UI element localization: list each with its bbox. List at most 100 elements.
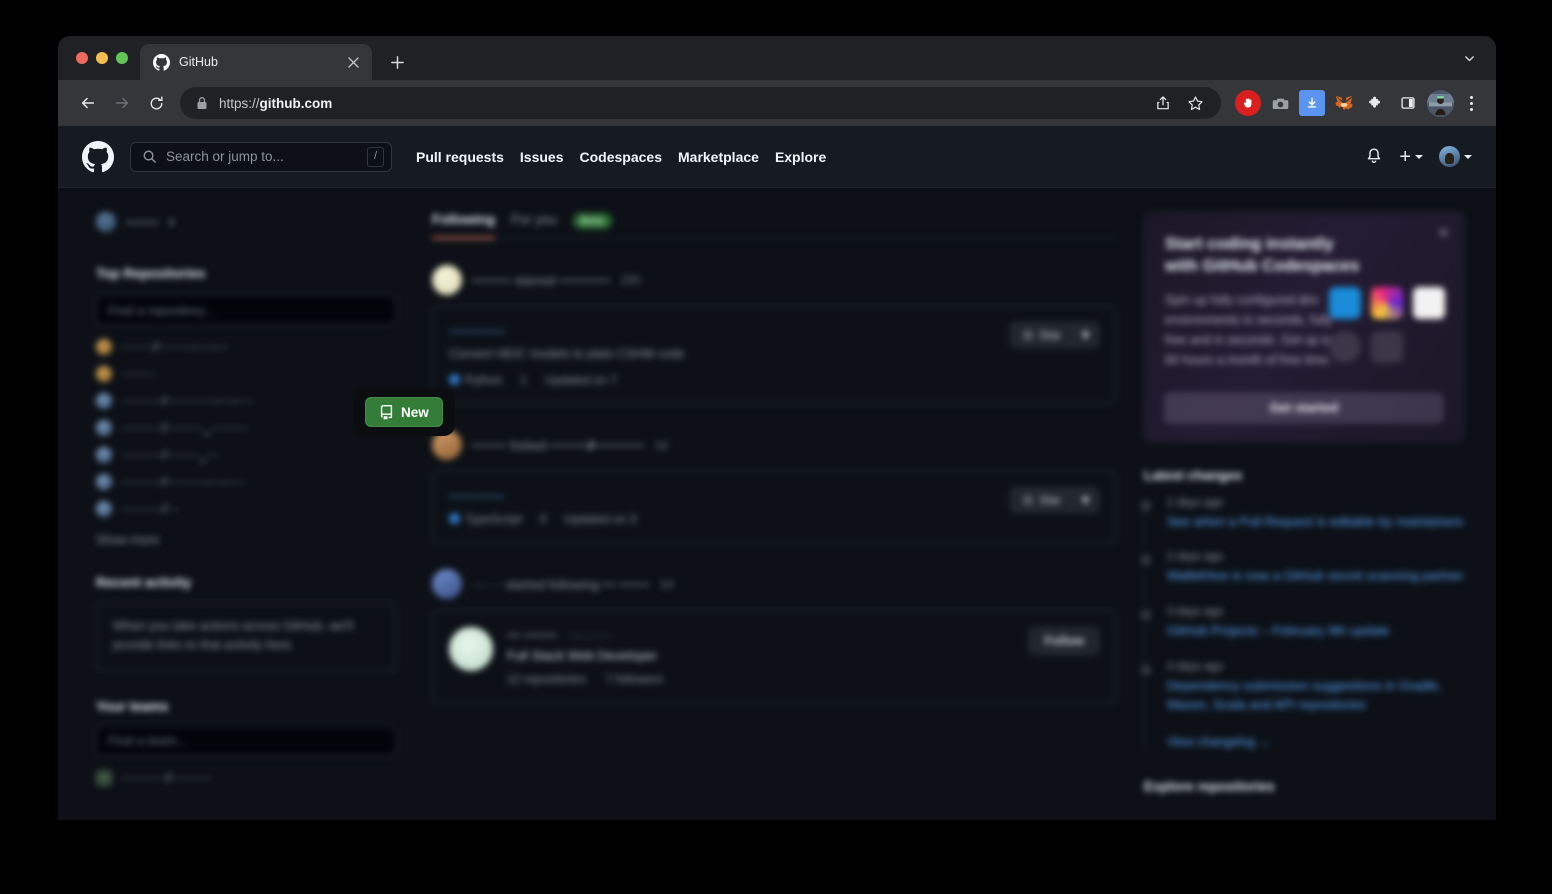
- chevron-down-icon[interactable]: ▾: [1073, 487, 1099, 513]
- close-tab-button[interactable]: [344, 53, 362, 71]
- show-more-link[interactable]: Show more: [96, 533, 396, 547]
- follow-button[interactable]: Follow: [1029, 627, 1099, 655]
- camera-icon[interactable]: [1267, 90, 1293, 116]
- list-item[interactable]: ········/········-····-···: [96, 339, 396, 355]
- repo-avatar-icon: [96, 420, 112, 436]
- address-bar[interactable]: https://github.com: [180, 87, 1221, 119]
- kebab-menu-icon[interactable]: [1458, 89, 1484, 117]
- repo-name: ········: [121, 367, 155, 381]
- repository-name-link[interactable]: ············: [449, 488, 1099, 504]
- tab-for-you[interactable]: For you: [511, 212, 557, 238]
- puzzle-extensions-icon[interactable]: [1363, 90, 1389, 116]
- plus-icon: +: [1399, 145, 1411, 168]
- user-display-name[interactable]: ··· ·······: [507, 627, 558, 643]
- team-avatar-icon: [96, 769, 112, 786]
- change-title-link[interactable]: See when a Pull Request is editable by m…: [1167, 513, 1464, 532]
- list-item[interactable]: ········: [96, 366, 396, 382]
- browser-tab-title: GitHub: [179, 55, 218, 69]
- avatar[interactable]: [432, 430, 462, 460]
- repo-name: ··········/·········_·········: [121, 421, 248, 435]
- github-header-actions: +: [1365, 146, 1472, 167]
- nav-issues[interactable]: Issues: [520, 149, 564, 165]
- browser-profile-avatar[interactable]: [1427, 89, 1454, 117]
- get-started-button[interactable]: Get started: [1165, 392, 1443, 423]
- nav-explore[interactable]: Explore: [775, 149, 826, 165]
- codespaces-promo-card: ✕ Start coding instantly with GitHub Cod…: [1144, 212, 1464, 442]
- star-button[interactable]: Star: [1009, 487, 1073, 513]
- feed-item-meta: ········ forked ·········/············ 1…: [432, 430, 1116, 460]
- share-icon[interactable]: [1149, 89, 1177, 117]
- new-repository-button[interactable]: New: [365, 397, 443, 427]
- chevron-down-icon[interactable]: [1456, 45, 1482, 71]
- news-feed: Following For you Beta ········· starred…: [412, 212, 1136, 820]
- chevron-down-icon: [1415, 154, 1423, 159]
- nav-codespaces[interactable]: Codespaces: [580, 149, 662, 165]
- sidebar-repo-list: ········/········-····-··· ········ ····…: [96, 339, 396, 517]
- feed-target[interactable]: ··· ·······: [603, 577, 650, 592]
- account-menu[interactable]: [1439, 146, 1472, 167]
- minimize-window-button[interactable]: [96, 52, 108, 64]
- chevron-down-icon[interactable]: ▾: [1073, 322, 1099, 348]
- lock-icon: [196, 96, 208, 110]
- back-arrow-icon[interactable]: [72, 87, 104, 119]
- github-mark-icon[interactable]: [82, 140, 114, 173]
- adblock-icon[interactable]: [1235, 90, 1261, 116]
- change-title-link[interactable]: WalletHive is now a GitHub secret scanni…: [1167, 567, 1464, 586]
- star-button[interactable]: Star: [1009, 322, 1073, 348]
- browser-tab-github[interactable]: GitHub: [140, 44, 372, 80]
- list-item[interactable]: ··········/···: [96, 501, 396, 517]
- language-color-icon: [449, 513, 460, 524]
- list-item[interactable]: ···········/··········: [96, 769, 396, 786]
- create-new-menu[interactable]: +: [1399, 145, 1423, 168]
- list-item[interactable]: ··········/·········_·········: [96, 420, 396, 436]
- repository-language: TypeScript: [449, 512, 522, 526]
- change-title-link[interactable]: Dependency submission suggestions in Gra…: [1167, 677, 1464, 715]
- feed-item: ···· ·· started following ··· ······· 1d…: [432, 569, 1116, 703]
- feed-actor[interactable]: ···· ··: [472, 577, 502, 592]
- avatar[interactable]: [449, 627, 493, 671]
- download-icon[interactable]: [1299, 90, 1325, 116]
- team-filter-placeholder: Find a team...: [108, 733, 188, 749]
- reload-icon[interactable]: [140, 87, 172, 119]
- feed-target[interactable]: ············: [559, 273, 611, 288]
- close-window-button[interactable]: [76, 52, 88, 64]
- repo-filter-input[interactable]: Find a repository...: [96, 295, 396, 325]
- forward-arrow-icon[interactable]: [106, 87, 138, 119]
- sidebar-panel-icon[interactable]: [1395, 90, 1421, 116]
- repo-avatar-icon: [96, 366, 112, 382]
- github-page: Search or jump to... / Pull requests Iss…: [58, 126, 1496, 820]
- omnibox-actions: [1149, 89, 1209, 117]
- repository-name-link[interactable]: ············: [449, 323, 1099, 339]
- feed-actor[interactable]: ········: [472, 438, 507, 453]
- nav-pull-requests[interactable]: Pull requests: [416, 149, 504, 165]
- star-icon: [1022, 494, 1034, 505]
- new-tab-button[interactable]: [382, 47, 412, 77]
- list-item[interactable]: ··········/············-···-····: [96, 393, 396, 409]
- view-changelog-link[interactable]: View changelog →: [1145, 735, 1464, 749]
- feed-target[interactable]: ·········/············: [550, 438, 645, 453]
- search-shortcut-key: /: [366, 146, 384, 167]
- list-item[interactable]: ··········/··········-···-····: [96, 474, 396, 490]
- team-filter-input[interactable]: Find a team...: [96, 725, 396, 756]
- tab-following[interactable]: Following: [432, 212, 495, 239]
- zoom-window-button[interactable]: [116, 52, 128, 64]
- avatar[interactable]: [432, 265, 462, 295]
- avatar: [96, 212, 116, 232]
- search-input[interactable]: Search or jump to... /: [130, 141, 392, 172]
- right-sidebar: ✕ Start coding instantly with GitHub Cod…: [1136, 212, 1496, 820]
- repository-stats: Python 1 Updated on 7: [449, 373, 1099, 387]
- change-title-link[interactable]: GitHub Projects – February 9th update: [1167, 622, 1464, 641]
- repository-updated: Updated on 7: [545, 373, 618, 387]
- nav-marketplace[interactable]: Marketplace: [678, 149, 759, 165]
- metamask-fox-icon[interactable]: [1331, 90, 1357, 116]
- feed-actor[interactable]: ·········: [472, 273, 511, 288]
- left-sidebar: ······· ▾ Top Repositories Find a reposi…: [58, 212, 412, 820]
- bell-icon[interactable]: [1365, 147, 1383, 166]
- section-title-explore-repositories: Explore repositories: [1144, 778, 1275, 794]
- close-icon[interactable]: ✕: [1437, 224, 1450, 242]
- list-item[interactable]: ··········/········_···: [96, 447, 396, 463]
- star-outline-icon[interactable]: [1181, 89, 1209, 117]
- avatar[interactable]: [432, 569, 462, 599]
- sidebar-user[interactable]: ······· ▾: [96, 212, 396, 232]
- promo-illustration: [1329, 287, 1449, 375]
